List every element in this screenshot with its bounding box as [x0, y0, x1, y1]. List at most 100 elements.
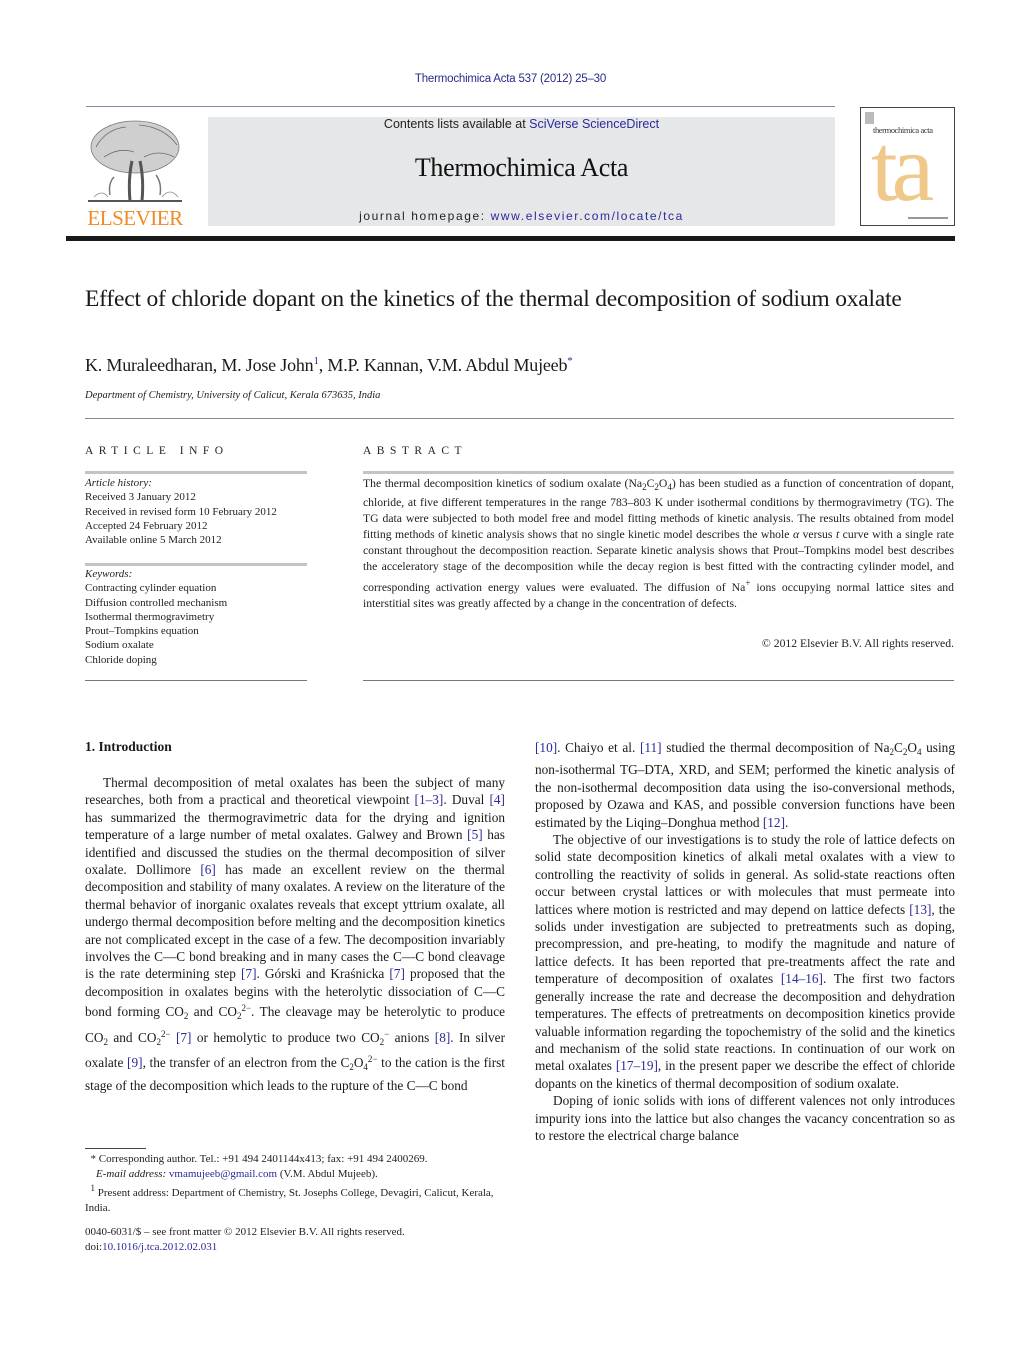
contents-prefix: Contents lists available at — [383, 117, 530, 131]
citation-link[interactable]: [4] — [489, 792, 505, 807]
text: and CO — [188, 1004, 237, 1020]
citation-link[interactable]: [8] — [435, 1030, 451, 1045]
text: The objective of our investigations is t… — [535, 832, 955, 917]
footnote-present-address: 1 Present address: Department of Chemist… — [85, 1181, 515, 1215]
citation-link[interactable]: [6] — [200, 862, 216, 877]
footnote-text: (V.M. Abdul Mujeeb). — [277, 1167, 378, 1180]
author-name[interactable]: V.M. Abdul Mujeeb — [427, 355, 567, 375]
history-online: Available online 5 March 2012 — [85, 534, 222, 547]
history-received: Received 3 January 2012 — [85, 491, 196, 504]
text: C — [894, 740, 903, 755]
citation-link[interactable]: [1–3] — [415, 792, 444, 807]
body-column-right: [10]. Chaiyo et al. [11] studied the the… — [535, 739, 955, 1144]
text: has summarized the thermogravimetric dat… — [85, 809, 505, 843]
doi-label: doi: — [85, 1240, 103, 1253]
keyword-item: Isothermal thermogravimetry — [85, 610, 215, 623]
text: . Chaiyo et al. — [557, 740, 640, 755]
text: O — [907, 740, 918, 755]
article-info-divider — [85, 471, 307, 474]
citation-link[interactable]: [10] — [535, 740, 557, 755]
sciencedirect-link[interactable]: SciVerse ScienceDirect — [529, 117, 659, 131]
corresponding-author-mark[interactable]: * — [567, 355, 573, 367]
doi-line: doi:10.1016/j.tca.2012.02.031 — [85, 1240, 515, 1255]
doi-link[interactable]: 10.1016/j.tca.2012.02.031 — [102, 1241, 217, 1253]
history-revised: Received in revised form 10 February 201… — [85, 505, 277, 518]
abstract-fragment: versus — [799, 528, 836, 541]
text: . — [785, 814, 789, 830]
footnote-text: Corresponding author. Tel.: +91 494 2401… — [96, 1153, 428, 1165]
header-top-divider — [86, 106, 835, 107]
keyword-item: Sodium oxalate — [85, 639, 154, 652]
keyword-item: Diffusion controlled mechanism — [85, 596, 228, 609]
front-matter-notice: 0040-6031/$ – see front matter © 2012 El… — [85, 1225, 515, 1254]
keywords-list: Keywords: Contracting cylinder equation … — [85, 567, 227, 667]
email-label: E-mail address: — [96, 1167, 169, 1180]
abstract-bottom-divider — [363, 680, 954, 681]
citation-link[interactable]: [13] — [909, 902, 931, 917]
journal-homepage-line: journal homepage: www.elsevier.com/locat… — [208, 209, 835, 223]
superscript: 2− — [160, 1028, 171, 1039]
footnote-text: Present address: Department of Chemistry… — [85, 1187, 494, 1214]
body-column-left: Thermal decomposition of metal oxalates … — [85, 774, 505, 1094]
text: . Duval — [443, 792, 490, 808]
citation-link[interactable]: [7] — [176, 1030, 192, 1045]
keywords-divider — [85, 563, 307, 566]
author-name[interactable]: K. Muraleedharan — [85, 355, 213, 375]
abstract-text: The thermal decomposition kinetics of so… — [363, 476, 954, 612]
header-bottom-divider — [66, 236, 955, 241]
text: or hemolytic to produce two CO — [191, 1029, 380, 1045]
superscript: 2− — [367, 1054, 378, 1065]
contents-available-line: Contents lists available at SciVerse Sci… — [208, 117, 835, 131]
homepage-prefix: journal homepage: — [359, 209, 491, 223]
text: studied the thermal decomposition of Na — [661, 740, 890, 755]
footnote-divider — [85, 1148, 146, 1149]
cover-footer-line — [908, 217, 948, 219]
citation-link[interactable]: [7] — [389, 966, 405, 981]
abstract-fragment: The thermal decomposition kinetics of so… — [363, 477, 643, 490]
elsevier-wordmark: ELSEVIER — [87, 206, 183, 230]
citation-link[interactable]: [9] — [127, 1055, 143, 1070]
author-footnote-mark[interactable]: 1 — [313, 355, 319, 367]
author-affiliation: Department of Chemistry, University of C… — [85, 390, 381, 401]
author-name[interactable]: M.P. Kannan — [327, 355, 419, 375]
citation-link[interactable]: [12] — [763, 815, 785, 830]
article-history: Article history: Received 3 January 2012… — [85, 476, 277, 547]
section-heading-introduction: 1. Introduction — [85, 739, 172, 754]
journal-title: Thermochimica Acta — [414, 153, 629, 182]
citation-link[interactable]: [17–19] — [616, 1058, 658, 1073]
abstract-divider — [363, 471, 954, 474]
journal-citation-link[interactable]: Thermochimica Acta 537 (2012) 25–30 — [0, 73, 1021, 85]
text: , the transfer of an electron from the C — [142, 1055, 350, 1071]
author-name[interactable]: M. Jose John — [221, 355, 313, 375]
keyword-item: Contracting cylinder equation — [85, 582, 217, 595]
body-paragraph-continued: [10]. Chaiyo et al. [11] studied the the… — [535, 739, 955, 831]
body-paragraph: Doping of ionic solids with ions of diff… — [535, 1093, 955, 1143]
keywords-label: Keywords: — [85, 568, 133, 580]
author-list: K. Muraleedharan, M. Jose John1, M.P. Ka… — [85, 355, 573, 375]
copyright-notice: 0040-6031/$ – see front matter © 2012 El… — [85, 1226, 405, 1238]
abstract-copyright: © 2012 Elsevier B.V. All rights reserved… — [761, 637, 954, 650]
article-info-bottom-divider — [85, 680, 307, 681]
cover-title: thermochimica acta — [873, 125, 933, 135]
body-paragraph: The objective of our investigations is t… — [535, 831, 955, 1092]
citation-link[interactable]: [14–16] — [781, 971, 823, 986]
abstract-heading: ABSTRACT — [363, 445, 468, 457]
text: O — [353, 1055, 364, 1071]
keyword-item: Prout–Tompkins equation — [85, 625, 199, 638]
superscript: 2− — [241, 1003, 252, 1014]
journal-homepage-link[interactable]: www.elsevier.com/locate/tca — [491, 209, 684, 223]
text: . Górski and Kraśnicka — [256, 966, 390, 982]
article-history-label: Article history: — [85, 477, 152, 489]
body-paragraph: Thermal decomposition of metal oxalates … — [85, 774, 505, 1094]
text: has made an excellent review on the ther… — [85, 862, 505, 982]
article-title: Effect of chloride dopant on the kinetic… — [85, 286, 902, 312]
text: and CO — [107, 1029, 157, 1045]
citation-link[interactable]: [5] — [467, 827, 483, 842]
citation-link[interactable]: [11] — [640, 740, 662, 755]
citation-link[interactable]: [7] — [241, 966, 257, 981]
history-accepted: Accepted 24 February 2012 — [85, 519, 208, 532]
journal-cover-thumbnail[interactable]: ta thermochimica acta — [860, 107, 955, 226]
email-link[interactable]: vmamujeeb@gmail.com — [169, 1168, 277, 1180]
text: anions — [389, 1029, 435, 1045]
footnote-corresponding-author: * Corresponding author. Tel.: +91 494 24… — [85, 1152, 515, 1181]
